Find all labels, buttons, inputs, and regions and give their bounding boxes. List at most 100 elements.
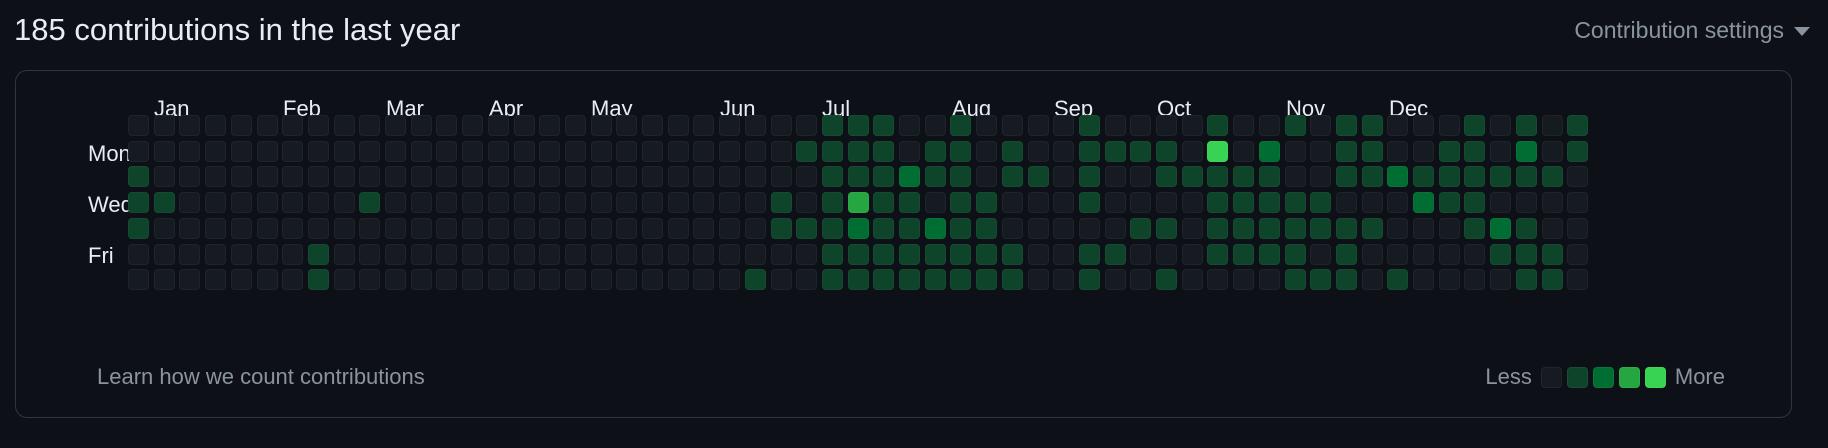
contribution-day-cell[interactable]: [462, 269, 483, 290]
contribution-day-cell[interactable]: [179, 115, 200, 136]
contribution-day-cell[interactable]: [616, 141, 637, 162]
contribution-day-cell[interactable]: [1516, 218, 1537, 239]
contribution-day-cell[interactable]: [1233, 269, 1254, 290]
contribution-day-cell[interactable]: [1439, 218, 1460, 239]
contribution-day-cell[interactable]: [1310, 115, 1331, 136]
contribution-day-cell[interactable]: [976, 244, 997, 265]
contribution-day-cell[interactable]: [976, 269, 997, 290]
contribution-day-cell[interactable]: [154, 166, 175, 187]
contribution-day-cell[interactable]: [1028, 192, 1049, 213]
contribution-day-cell[interactable]: [1053, 166, 1074, 187]
contribution-day-cell[interactable]: [231, 166, 252, 187]
contribution-day-cell[interactable]: [436, 192, 457, 213]
contribution-day-cell[interactable]: [1464, 269, 1485, 290]
contribution-day-cell[interactable]: [950, 244, 971, 265]
contribution-day-cell[interactable]: [616, 192, 637, 213]
contribution-day-cell[interactable]: [873, 218, 894, 239]
contribution-day-cell[interactable]: [205, 166, 226, 187]
contribution-day-cell[interactable]: [822, 141, 843, 162]
contribution-day-cell[interactable]: [1310, 244, 1331, 265]
contribution-day-cell[interactable]: [925, 192, 946, 213]
contribution-day-cell[interactable]: [1490, 244, 1511, 265]
contribution-day-cell[interactable]: [128, 269, 149, 290]
contribution-day-cell[interactable]: [334, 192, 355, 213]
contribution-day-cell[interactable]: [1207, 141, 1228, 162]
contribution-day-cell[interactable]: [1387, 115, 1408, 136]
contribution-day-cell[interactable]: [205, 115, 226, 136]
contribution-day-cell[interactable]: [771, 218, 792, 239]
contribution-day-cell[interactable]: [514, 269, 535, 290]
contribution-day-cell[interactable]: [282, 192, 303, 213]
contribution-day-cell[interactable]: [1285, 115, 1306, 136]
contribution-day-cell[interactable]: [1490, 192, 1511, 213]
contribution-day-cell[interactable]: [1542, 244, 1563, 265]
contribution-day-cell[interactable]: [1567, 115, 1588, 136]
contribution-day-cell[interactable]: [950, 192, 971, 213]
contribution-day-cell[interactable]: [179, 166, 200, 187]
contribution-day-cell[interactable]: [822, 166, 843, 187]
contribution-day-cell[interactable]: [616, 244, 637, 265]
contribution-day-cell[interactable]: [693, 269, 714, 290]
contribution-day-cell[interactable]: [1439, 115, 1460, 136]
contribution-day-cell[interactable]: [488, 192, 509, 213]
contribution-day-cell[interactable]: [257, 115, 278, 136]
contribution-day-cell[interactable]: [1182, 141, 1203, 162]
contribution-day-cell[interactable]: [488, 244, 509, 265]
contribution-day-cell[interactable]: [1387, 166, 1408, 187]
contribution-day-cell[interactable]: [1002, 192, 1023, 213]
contribution-day-cell[interactable]: [1516, 166, 1537, 187]
contribution-day-cell[interactable]: [1387, 192, 1408, 213]
contribution-day-cell[interactable]: [616, 218, 637, 239]
contribution-day-cell[interactable]: [1362, 166, 1383, 187]
contribution-day-cell[interactable]: [308, 218, 329, 239]
contribution-day-cell[interactable]: [1490, 166, 1511, 187]
contribution-day-cell[interactable]: [334, 115, 355, 136]
contribution-day-cell[interactable]: [411, 115, 432, 136]
contribution-day-cell[interactable]: [308, 166, 329, 187]
contribution-day-cell[interactable]: [128, 218, 149, 239]
contribution-day-cell[interactable]: [462, 218, 483, 239]
contribution-day-cell[interactable]: [1207, 192, 1228, 213]
contribution-day-cell[interactable]: [308, 244, 329, 265]
contribution-day-cell[interactable]: [1387, 141, 1408, 162]
contribution-day-cell[interactable]: [231, 218, 252, 239]
contribution-day-cell[interactable]: [1336, 166, 1357, 187]
contribution-day-cell[interactable]: [334, 141, 355, 162]
contribution-day-cell[interactable]: [848, 269, 869, 290]
contribution-day-cell[interactable]: [334, 244, 355, 265]
contribution-day-cell[interactable]: [565, 141, 586, 162]
contribution-day-cell[interactable]: [1285, 218, 1306, 239]
contribution-day-cell[interactable]: [1233, 166, 1254, 187]
contribution-day-cell[interactable]: [308, 269, 329, 290]
contribution-day-cell[interactable]: [436, 115, 457, 136]
contribution-day-cell[interactable]: [539, 141, 560, 162]
contribution-day-cell[interactable]: [796, 166, 817, 187]
contribution-day-cell[interactable]: [693, 141, 714, 162]
contribution-day-cell[interactable]: [1285, 244, 1306, 265]
contribution-day-cell[interactable]: [128, 192, 149, 213]
contribution-day-cell[interactable]: [668, 269, 689, 290]
contribution-day-cell[interactable]: [1207, 166, 1228, 187]
contribution-day-cell[interactable]: [179, 141, 200, 162]
contribution-day-cell[interactable]: [565, 244, 586, 265]
contribution-day-cell[interactable]: [771, 192, 792, 213]
contribution-day-cell[interactable]: [873, 115, 894, 136]
contribution-day-cell[interactable]: [1259, 269, 1280, 290]
contribution-day-cell[interactable]: [411, 244, 432, 265]
contribution-day-cell[interactable]: [1156, 218, 1177, 239]
contribution-day-cell[interactable]: [899, 141, 920, 162]
contribution-day-cell[interactable]: [642, 244, 663, 265]
contribution-day-cell[interactable]: [231, 269, 252, 290]
contribution-day-cell[interactable]: [1516, 244, 1537, 265]
contribution-day-cell[interactable]: [179, 218, 200, 239]
contribution-day-cell[interactable]: [334, 269, 355, 290]
contribution-day-cell[interactable]: [1130, 192, 1151, 213]
contribution-day-cell[interactable]: [1259, 166, 1280, 187]
contribution-day-cell[interactable]: [1439, 269, 1460, 290]
contribution-day-cell[interactable]: [1387, 269, 1408, 290]
contribution-day-cell[interactable]: [436, 166, 457, 187]
contribution-day-cell[interactable]: [1542, 218, 1563, 239]
contribution-day-cell[interactable]: [128, 244, 149, 265]
contribution-day-cell[interactable]: [1362, 218, 1383, 239]
contribution-day-cell[interactable]: [1028, 141, 1049, 162]
